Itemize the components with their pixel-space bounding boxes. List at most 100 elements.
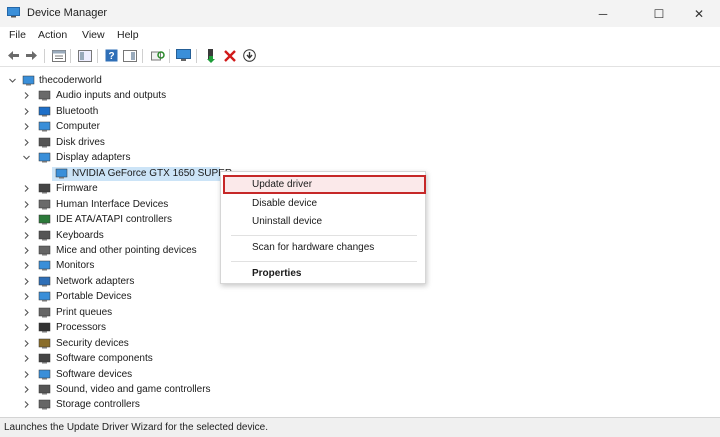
chevron-right-icon[interactable] [22,261,31,270]
action-pane-button[interactable] [122,48,137,63]
scan-hardware-button[interactable] [150,48,165,63]
context-item-scan-hardware[interactable]: Scan for hardware changes [252,242,374,253]
action-pane-icon [122,49,137,62]
help-button[interactable]: ? [104,48,119,63]
properties-icon [51,49,66,62]
uninstall-button[interactable] [222,48,237,63]
tree-item-label: Bluetooth [56,105,99,117]
chevron-right-icon[interactable] [22,122,31,131]
chevron-down-icon[interactable] [22,153,31,162]
chevron-right-icon[interactable] [22,385,31,394]
tree-category[interactable]: Security devices [0,336,720,352]
chevron-right-icon[interactable] [22,91,31,100]
ide-controller-icon [38,214,51,225]
disk-drive-icon [38,137,51,148]
speaker-icon [38,90,51,101]
chevron-down-icon[interactable] [8,76,17,85]
chevron-right-icon[interactable] [22,231,31,240]
tree-category[interactable]: Storage controllers [0,397,720,413]
tree-category[interactable]: Software components [0,351,720,367]
tree-item-label: Print queues [56,306,113,318]
menu-view[interactable]: View [82,29,105,41]
chevron-right-icon[interactable] [22,246,31,255]
tree-category[interactable]: Display adapters [0,150,720,166]
tree-item-label: Sound, video and game controllers [56,384,211,395]
toolbar: ? [0,45,720,67]
chevron-right-icon[interactable] [22,354,31,363]
menu-file[interactable]: File [9,29,26,41]
chevron-right-icon[interactable] [22,292,31,301]
properties-button[interactable] [51,48,66,63]
show-hide-console-tree-button[interactable] [77,48,92,63]
tree-category[interactable]: Audio inputs and outputs [0,88,720,104]
tree-item-label: Processors [56,322,107,334]
tree-item-label: Computer [56,121,100,133]
mouse-icon [38,245,51,256]
tree-category[interactable]: Processors [0,320,720,336]
menu-action[interactable]: Action [38,29,67,41]
forward-button[interactable] [24,48,39,63]
display-adapter-icon [55,168,68,179]
firmware-icon [38,183,51,194]
context-item-properties[interactable]: Properties [252,268,301,279]
download-button[interactable] [242,48,257,63]
window-title: Device Manager [27,7,108,19]
update-driver-button[interactable] [203,48,218,63]
chevron-right-icon[interactable] [22,400,31,409]
context-item-update-driver[interactable]: Update driver [252,179,312,190]
chevron-right-icon[interactable] [22,107,31,116]
tree-item-label: Keyboards [56,229,104,241]
svg-text:?: ? [108,51,114,62]
maximize-icon: ☐ [653,6,665,21]
title-bar: Device Manager ─ ☐ ✕ [0,0,720,27]
printer-icon [38,307,51,318]
context-menu-separator [231,235,417,236]
tree-item-label: Storage controllers [56,399,140,411]
tree-root[interactable]: thecoderworld [0,73,720,89]
tree-category[interactable]: Portable Devices [0,289,720,305]
tree-item-label: thecoderworld [39,75,102,86]
display-adapter-icon [38,152,51,163]
context-item-disable-device[interactable]: Disable device [252,198,317,209]
monitor-view-button[interactable] [176,48,191,63]
tree-category[interactable]: Disk drives [0,135,720,151]
chevron-right-icon[interactable] [22,277,31,286]
tree-item-label: Monitors [56,260,95,272]
menu-help[interactable]: Help [117,29,139,41]
chevron-right-icon[interactable] [22,200,31,209]
toolbar-separator [44,49,45,63]
scan-hardware-icon [150,50,165,60]
tree-category[interactable]: Print queues [0,305,720,321]
tree-item-label: Disk drives [56,136,105,148]
menu-bar: File Action View Help [0,27,720,45]
chevron-right-icon[interactable] [22,323,31,332]
toolbar-separator [97,49,98,63]
tree-category[interactable]: Bluetooth [0,104,720,120]
portable-device-icon [38,291,51,302]
chevron-right-icon[interactable] [22,370,31,379]
sound-controller-icon [38,384,51,395]
chevron-right-icon[interactable] [22,184,31,193]
minimize-button[interactable]: ─ [580,0,626,27]
tree-item-label: IDE ATA/ATAPI controllers [56,214,172,226]
close-icon: ✕ [693,6,705,21]
tree-category[interactable]: Sound, video and game controllers [0,382,720,398]
chevron-right-icon[interactable] [22,308,31,317]
chevron-right-icon[interactable] [22,215,31,224]
bluetooth-icon [38,106,51,117]
tree-item-label: Audio inputs and outputs [56,90,167,102]
tree-item-label: Portable Devices [56,291,132,303]
tree-category[interactable]: Software devices [0,367,720,383]
computer-icon [38,121,51,132]
status-bar: Launches the Update Driver Wizard for th… [0,417,720,437]
context-item-uninstall-device[interactable]: Uninstall device [252,216,322,227]
minimize-icon: ─ [598,6,608,21]
chevron-right-icon[interactable] [22,339,31,348]
download-icon [243,49,256,62]
chevron-right-icon[interactable] [22,138,31,147]
tree-category[interactable]: Computer [0,119,720,135]
close-button[interactable]: ✕ [676,0,720,27]
back-button[interactable] [6,48,21,63]
device-manager-app-icon [7,7,20,18]
software-device-icon [38,369,51,380]
